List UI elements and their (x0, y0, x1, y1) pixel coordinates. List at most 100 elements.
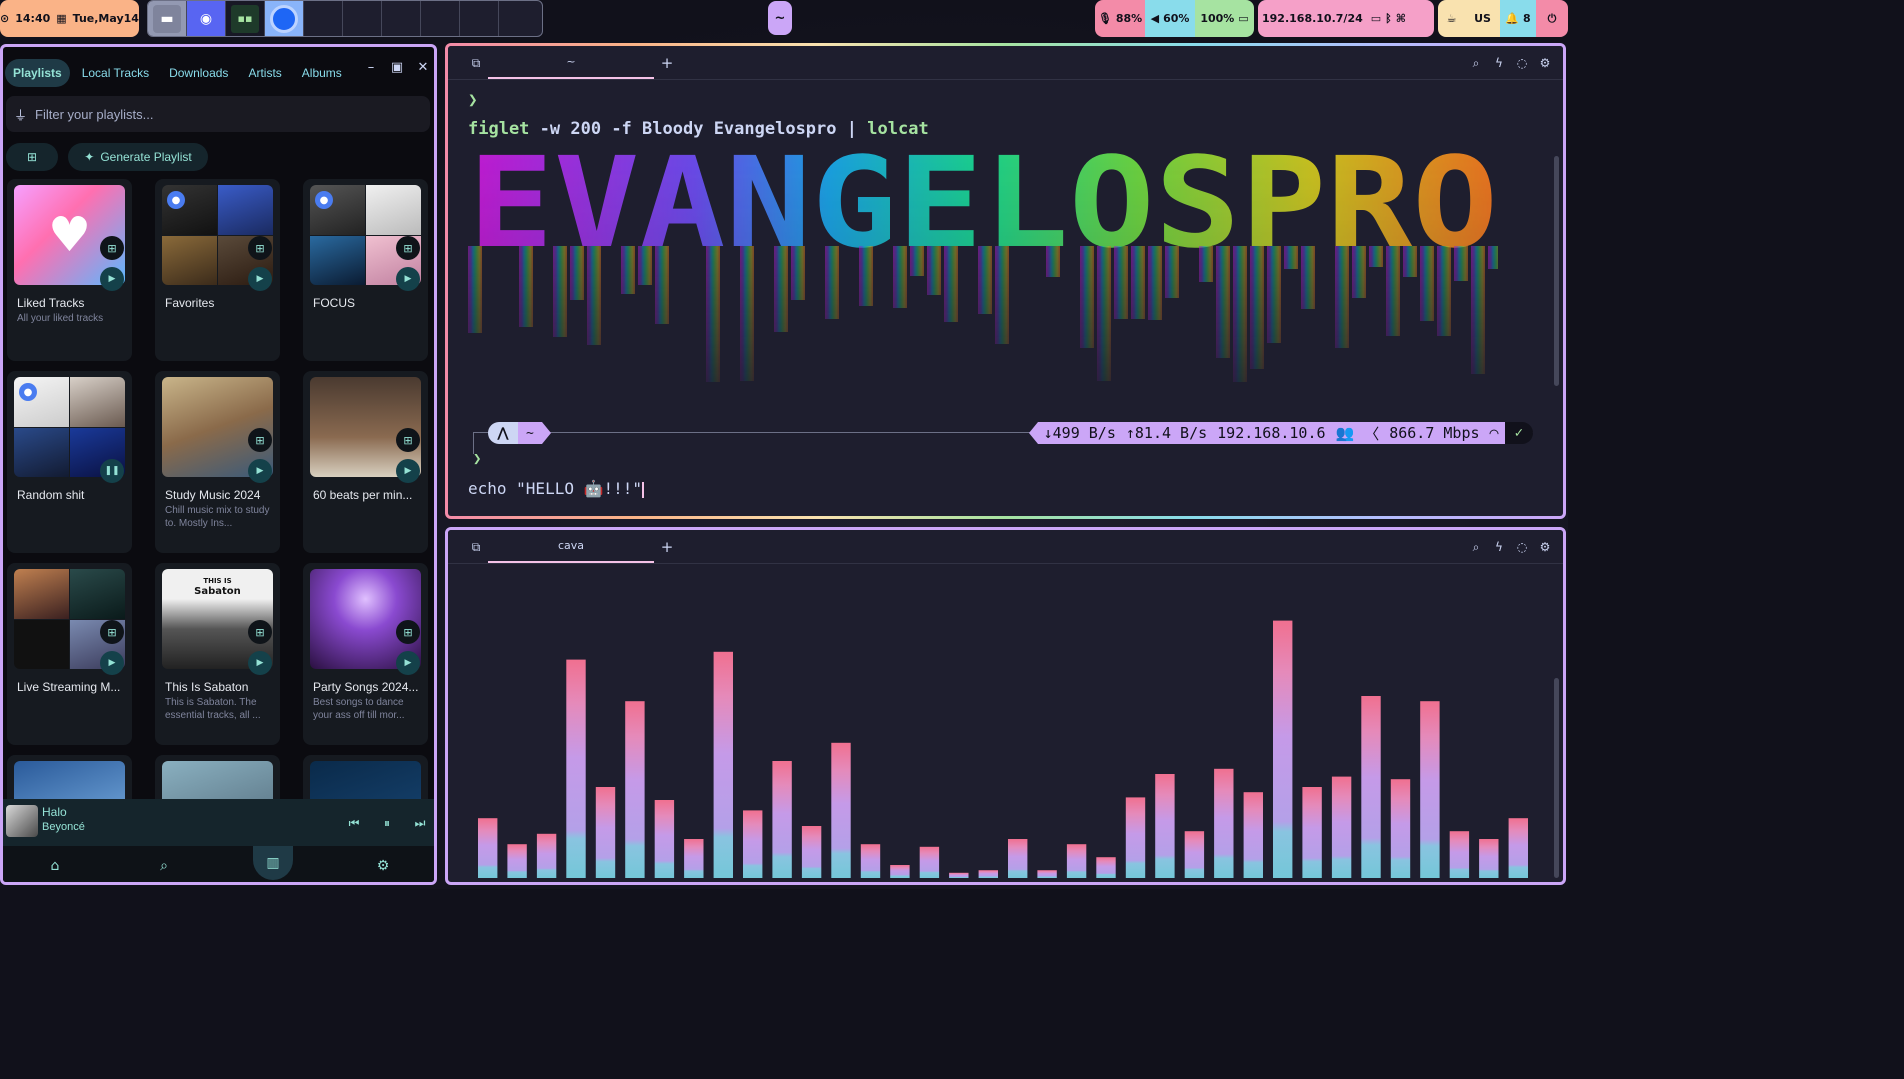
battery-widget[interactable]: 100% ▭ (1195, 0, 1254, 37)
playlist-card-60bpm[interactable]: ⊞ ▶ 60 beats per min... (303, 371, 428, 553)
search-icon[interactable]: ⌕ (1468, 539, 1484, 555)
add-to-queue-icon[interactable]: ⊞ (248, 236, 272, 260)
power-button[interactable]: ⏻ (1536, 0, 1568, 37)
previous-track-icon[interactable]: ⏮ (345, 814, 363, 832)
cover-artist-name: Sabaton (194, 586, 241, 597)
workspace-switcher: ▬ ◉ ▪▪ (147, 0, 543, 37)
new-tab-icon[interactable]: + (659, 538, 675, 556)
volume-widget[interactable]: ◀ 60% (1145, 0, 1195, 37)
workspace-7[interactable] (382, 1, 421, 36)
next-track-icon[interactable]: ⏭ (411, 814, 429, 832)
playlist-filter-input[interactable]: ⏚ Filter your playlists... (6, 96, 430, 132)
lightbulb-icon[interactable]: ◌ (1514, 539, 1530, 555)
play-icon[interactable]: ▶ (396, 267, 420, 291)
notification-count: 8 (1523, 12, 1531, 25)
add-to-queue-icon[interactable]: ⊞ (248, 428, 272, 452)
scrollbar[interactable] (1554, 678, 1559, 878)
add-to-queue-icon[interactable]: ⊞ (248, 620, 272, 644)
playlist-card-party[interactable]: ⊞ ▶ Party Songs 2024... Best songs to da… (303, 563, 428, 745)
visualizer-bar (1214, 768, 1234, 878)
active-window-label: ~ (774, 10, 786, 26)
close-icon[interactable]: ✕ (415, 59, 431, 75)
notifications-widget[interactable]: 🔔 8 (1500, 0, 1536, 37)
play-icon[interactable]: ▶ (248, 651, 272, 675)
tab-playlists[interactable]: Playlists (5, 59, 70, 87)
visualizer-bar (1361, 696, 1381, 878)
tab-downloads[interactable]: Downloads (161, 59, 236, 87)
chevron-left-icon: 〈 (1364, 424, 1380, 443)
play-icon[interactable]: ▶ (396, 651, 420, 675)
workspace-mixed[interactable]: ▪▪ (226, 1, 265, 36)
add-to-queue-icon[interactable]: ⊞ (396, 236, 420, 260)
terminal-tab[interactable]: cava (488, 530, 654, 563)
current-input[interactable]: echo "HELLO 🤖!!!" (468, 479, 645, 498)
workspace-9[interactable] (460, 1, 499, 36)
banner-drip (519, 246, 533, 327)
play-icon[interactable]: ▶ (100, 267, 124, 291)
now-playing-artist[interactable]: Beyoncé (42, 821, 85, 833)
gear-icon[interactable]: ⚙ (1537, 539, 1553, 555)
workspace-10[interactable] (499, 1, 538, 36)
users-icon: 👥 (1335, 424, 1355, 442)
microphone-icon: 🎙 (1097, 12, 1112, 25)
keyboard-layout[interactable]: US (1465, 0, 1500, 37)
visualizer-bar (507, 844, 527, 878)
add-to-queue-icon[interactable]: ⊞ (100, 620, 124, 644)
generate-label: Generate Playlist (100, 150, 192, 164)
maximize-icon[interactable]: ▣ (389, 59, 405, 75)
library-icon[interactable]: ▥ (253, 846, 293, 880)
play-icon[interactable]: ▶ (100, 651, 124, 675)
add-to-queue-icon[interactable]: ⊞ (100, 236, 124, 260)
active-window-indicator[interactable]: ~ (768, 1, 792, 35)
workspace-discord[interactable]: ◉ (187, 1, 226, 36)
generate-playlist-button[interactable]: ✦ Generate Playlist (68, 143, 208, 171)
add-playlist-button[interactable]: ⊞ (6, 143, 58, 171)
now-playing-title[interactable]: Halo (42, 805, 67, 819)
lightning-icon[interactable]: ϟ (1491, 539, 1507, 555)
minimize-icon[interactable]: – (363, 59, 379, 75)
terminal-tab[interactable]: ~ (488, 46, 654, 79)
now-playing-cover[interactable] (6, 805, 38, 837)
workspace-browser[interactable] (265, 1, 304, 36)
ip-widget[interactable]: 192.168.10.7/24 ▭ ᛒ ⌘ (1258, 0, 1434, 37)
workspace-files[interactable]: ▬ (148, 1, 187, 36)
tab-albums[interactable]: Albums (294, 59, 350, 87)
tab-local-tracks[interactable]: Local Tracks (74, 59, 157, 87)
tab-artists[interactable]: Artists (240, 59, 289, 87)
sidebar-toggle-icon[interactable]: ⧉ (468, 55, 484, 71)
play-icon[interactable]: ▶ (248, 459, 272, 483)
playlist-card-liked[interactable]: ♥ ⊞ ▶ Liked Tracks All your liked tracks (7, 179, 132, 361)
playlist-card-random[interactable]: ● ❚❚ Random shit (7, 371, 132, 553)
add-to-queue-icon[interactable]: ⊞ (396, 620, 420, 644)
pause-icon[interactable]: ❚❚ (100, 459, 124, 483)
gear-icon[interactable]: ⚙ (1537, 55, 1553, 71)
playlist-card-focus[interactable]: ● ⊞ ▶ FOCUS (303, 179, 428, 361)
cover-this-is: THIS IS (203, 577, 232, 585)
search-icon[interactable]: ⌕ (154, 856, 174, 876)
playlist-card-study[interactable]: ⊞ ▶ Study Music 2024 Chill music mix to … (155, 371, 280, 553)
play-icon[interactable]: ▶ (396, 459, 420, 483)
workspace-5[interactable] (304, 1, 343, 36)
workspace-6[interactable] (343, 1, 382, 36)
gear-icon[interactable]: ⚙ (373, 856, 393, 876)
scrollbar[interactable] (1554, 156, 1559, 386)
home-icon[interactable]: ⌂ (45, 856, 65, 876)
lightbulb-icon[interactable]: ◌ (1514, 55, 1530, 71)
search-icon[interactable]: ⌕ (1468, 55, 1484, 71)
sidebar-toggle-icon[interactable]: ⧉ (468, 539, 484, 555)
playlist-card-favorites[interactable]: ● ⊞ ▶ Favorites (155, 179, 280, 361)
mic-widget[interactable]: 🎙 88% (1095, 0, 1145, 37)
browser-icon (270, 4, 298, 33)
add-to-queue-icon[interactable]: ⊞ (396, 428, 420, 452)
filter-icon: ⏚ (14, 107, 28, 123)
play-icon[interactable]: ▶ (248, 267, 272, 291)
pause-icon[interactable]: ⏸ (378, 814, 396, 832)
new-tab-icon[interactable]: + (659, 54, 675, 72)
playlist-card-live-streaming[interactable]: ⊞ ▶ Live Streaming M... (7, 563, 132, 745)
idle-inhibitor[interactable]: ☕ (1438, 0, 1465, 37)
lightning-icon[interactable]: ϟ (1491, 55, 1507, 71)
clock-widget[interactable]: ⊙ 14:40 ▦ Tue,May14 (0, 0, 139, 37)
playlist-card-sabaton[interactable]: THIS IS Sabaton ⊞ ▶ This Is Sabaton This… (155, 563, 280, 745)
workspace-8[interactable] (421, 1, 460, 36)
banner-drip (1437, 246, 1451, 336)
